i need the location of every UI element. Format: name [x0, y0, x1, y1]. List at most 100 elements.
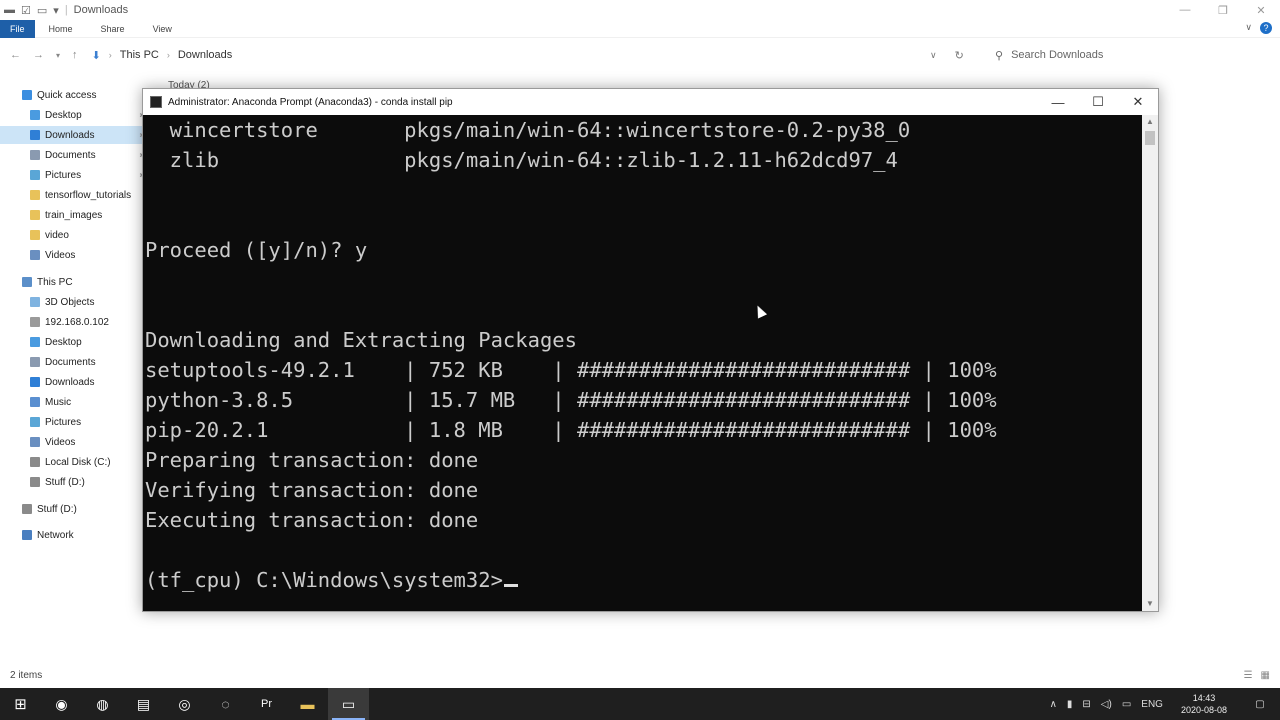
battery-icon[interactable]: ▭: [1122, 699, 1131, 710]
tab-share[interactable]: Share: [87, 20, 139, 38]
start-button[interactable]: ⊞: [0, 688, 41, 720]
console-line: python-3.8.5 | 15.7 MB | ###############…: [145, 388, 997, 412]
search-box[interactable]: ⚲ Search Downloads: [995, 44, 1103, 66]
nav-label: Network: [37, 529, 74, 541]
nav-quick-access[interactable]: Quick access: [22, 86, 148, 104]
tab-view[interactable]: View: [139, 20, 186, 38]
help-icon[interactable]: ?: [1260, 22, 1272, 34]
search-input[interactable]: Search Downloads: [1011, 49, 1103, 61]
console-maximize-button[interactable]: ☐: [1078, 89, 1118, 115]
console-titlebar[interactable]: Administrator: Anaconda Prompt (Anaconda…: [143, 89, 1158, 115]
explorer-maximize-button[interactable]: ❐: [1204, 0, 1242, 20]
console-close-button[interactable]: ✕: [1118, 89, 1158, 115]
scroll-thumb[interactable]: [1145, 131, 1155, 145]
usb-icon[interactable]: ▮: [1067, 699, 1073, 710]
console-line: setuptools-49.2.1 | 752 KB | ###########…: [145, 358, 997, 382]
scroll-down-icon[interactable]: ▼: [1142, 597, 1158, 611]
nav-network-location[interactable]: 192.168.0.102: [0, 313, 148, 331]
console-prompt-line[interactable]: (tf_cpu) C:\Windows\system32>: [145, 565, 518, 595]
nav-stuff-drive[interactable]: Stuff (D:): [0, 500, 148, 518]
nav-videos[interactable]: Videos: [0, 246, 148, 264]
drive-icon: [30, 477, 40, 487]
properties-icon[interactable]: ☑: [21, 4, 31, 17]
nav-label: Downloads: [45, 376, 95, 388]
nav-network[interactable]: Network: [0, 526, 148, 544]
customize-qa-icon[interactable]: ▾: [53, 4, 59, 17]
nav-label: Music: [45, 396, 72, 408]
breadcrumb-downloads[interactable]: Downloads: [178, 49, 232, 61]
text-cursor: [503, 584, 518, 587]
details-view-icon[interactable]: ☰: [1244, 670, 1253, 681]
nav-documents[interactable]: Documents ✱: [0, 146, 148, 164]
nav-music[interactable]: Music: [0, 393, 148, 411]
folder-icon: [30, 230, 40, 240]
forward-icon[interactable]: →: [33, 49, 44, 61]
nav-desktop[interactable]: Desktop ✱: [0, 106, 148, 124]
up-icon[interactable]: ↑: [72, 49, 78, 61]
large-icons-view-icon[interactable]: ▦: [1261, 670, 1270, 681]
firefox-icon[interactable]: ◍: [82, 688, 123, 720]
breadcrumb[interactable]: ⬇ › This PC › Downloads: [92, 49, 233, 62]
pictures-icon: [30, 170, 40, 180]
clock[interactable]: 14:43 2020-08-08: [1176, 692, 1232, 716]
nav-label: Pictures: [45, 416, 82, 428]
show-hidden-icons-icon[interactable]: ∧: [1050, 699, 1057, 710]
explorer-minimize-button[interactable]: —: [1166, 0, 1204, 20]
document-app-icon[interactable]: ▤: [123, 688, 164, 720]
nav-3d-objects[interactable]: 3D Objects: [0, 293, 148, 311]
nav-tensorflow-tutorials[interactable]: tensorflow_tutorials: [0, 186, 148, 204]
clock-date: 2020-08-08: [1180, 705, 1227, 715]
recent-dropdown-icon[interactable]: ▾: [56, 51, 60, 60]
console-taskbar-icon[interactable]: ▭: [328, 688, 369, 720]
music-icon: [30, 397, 40, 407]
breadcrumb-arrow-icon[interactable]: ›: [167, 50, 170, 60]
nav-train-images[interactable]: train_images: [0, 206, 148, 224]
console-output[interactable]: wincertstore pkgs/main/win-64::wincertst…: [143, 115, 1142, 611]
address-dropdown-icon[interactable]: ∨: [930, 50, 937, 61]
expand-ribbon-icon[interactable]: ∨: [1245, 22, 1252, 33]
nav-label: train_images: [45, 209, 103, 221]
breadcrumb-arrow-icon[interactable]: ›: [109, 50, 112, 60]
nav-label: Stuff (D:): [37, 503, 77, 515]
title-separator: |: [64, 4, 68, 16]
nav-label: Quick access: [37, 89, 97, 101]
tab-file[interactable]: File: [0, 19, 35, 38]
volume-icon[interactable]: ◁): [1101, 699, 1112, 710]
nav-downloads[interactable]: Downloads ✱: [0, 126, 148, 144]
nav-stuff-d[interactable]: Stuff (D:): [0, 473, 148, 491]
app-icon-1[interactable]: ◉: [41, 688, 82, 720]
scroll-up-icon[interactable]: ▲: [1142, 115, 1158, 129]
spotify-icon[interactable]: ◎: [164, 688, 205, 720]
refresh-icon[interactable]: ↻: [955, 49, 964, 62]
new-folder-icon[interactable]: ▭: [37, 4, 47, 17]
nav-local-disk-c[interactable]: Local Disk (C:): [0, 453, 148, 471]
console-app-icon[interactable]: [150, 96, 162, 108]
browser-icon[interactable]: ◌: [205, 688, 246, 720]
nav-pc-downloads[interactable]: Downloads: [0, 373, 148, 391]
breadcrumb-this-pc[interactable]: This PC: [120, 49, 159, 61]
explorer-title: Downloads: [73, 4, 129, 16]
notification-icon[interactable]: ▢: [1245, 699, 1275, 710]
console-scrollbar[interactable]: ▲ ▼: [1142, 115, 1158, 611]
nav-this-pc[interactable]: This PC: [0, 273, 148, 291]
back-icon[interactable]: ←: [10, 49, 21, 61]
pictures-icon: [30, 417, 40, 427]
nav-pc-documents[interactable]: Documents: [0, 353, 148, 371]
videos-icon: [30, 437, 40, 447]
download-icon: [30, 377, 40, 387]
network-tray-icon[interactable]: ⊟: [1082, 699, 1090, 710]
premiere-icon[interactable]: Pr: [246, 688, 287, 720]
anaconda-prompt-window[interactable]: Administrator: Anaconda Prompt (Anaconda…: [142, 88, 1159, 612]
nav-label: Documents: [45, 356, 96, 368]
tab-home[interactable]: Home: [35, 20, 87, 38]
nav-pictures[interactable]: Pictures ✱: [0, 166, 148, 184]
file-explorer-taskbar-icon[interactable]: ▬: [287, 688, 328, 720]
nav-video[interactable]: video: [0, 226, 148, 244]
nav-pc-videos[interactable]: Videos: [0, 433, 148, 451]
nav-pc-desktop[interactable]: Desktop: [0, 333, 148, 351]
console-minimize-button[interactable]: —: [1038, 89, 1078, 115]
search-icon: ⚲: [995, 49, 1004, 62]
nav-pc-pictures[interactable]: Pictures: [0, 413, 148, 431]
explorer-close-button[interactable]: ✕: [1242, 0, 1280, 20]
language-indicator[interactable]: ENG: [1141, 699, 1163, 710]
